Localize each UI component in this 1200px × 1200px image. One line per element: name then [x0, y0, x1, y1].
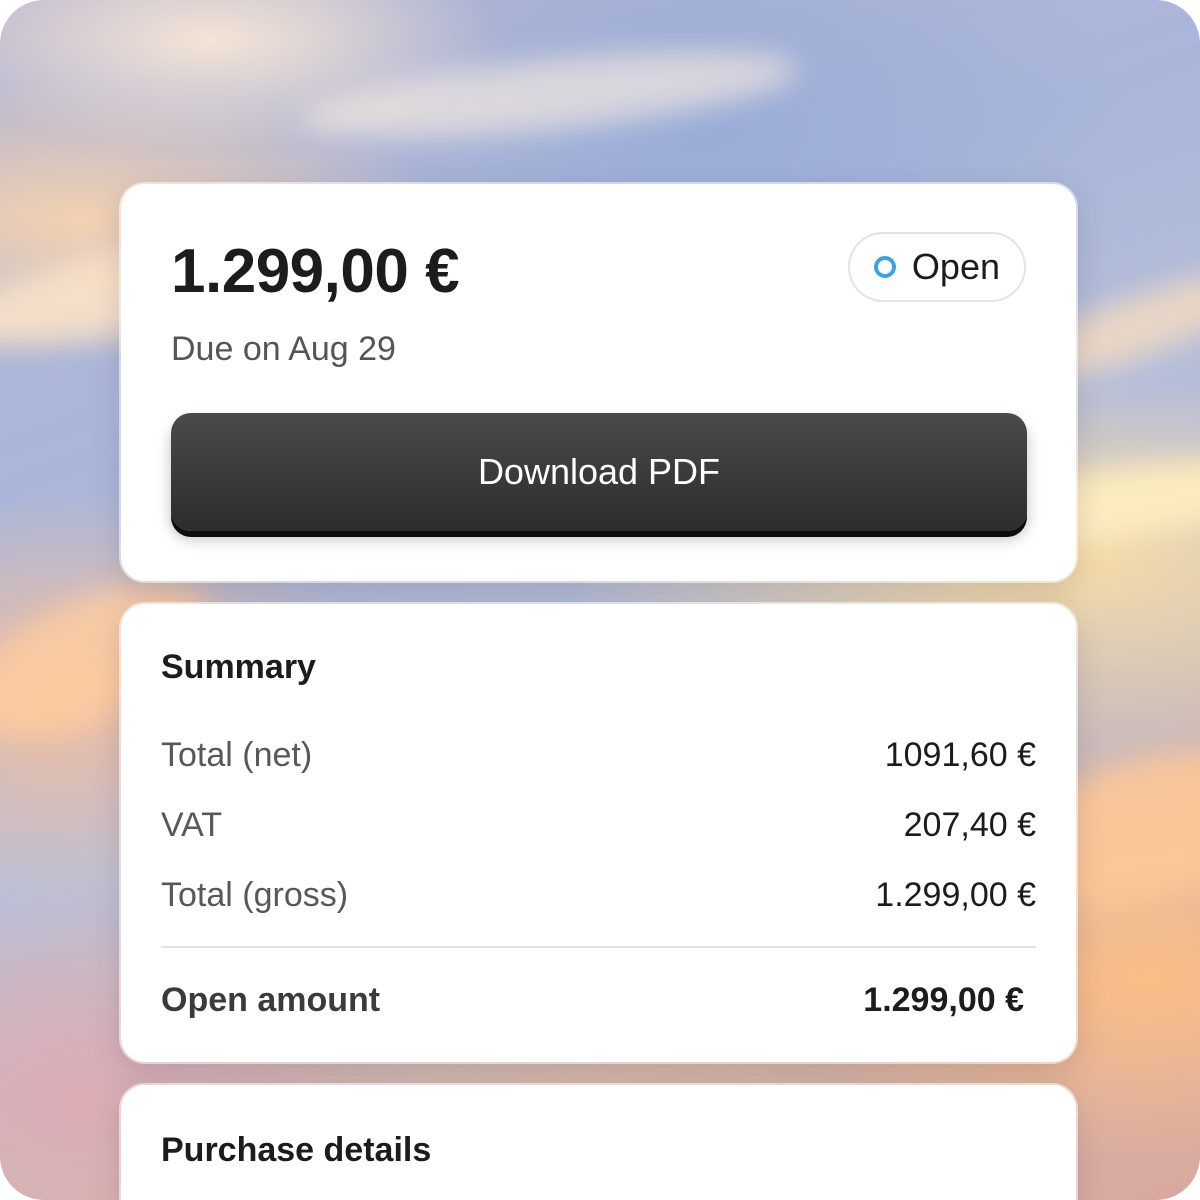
summary-row-vat: VAT 207,40 € — [161, 800, 1036, 850]
status-dot-icon — [873, 256, 896, 278]
summary-row-label: Total (gross) — [161, 875, 349, 914]
summary-divider — [161, 946, 1036, 948]
invoice-header-card: 1.299,00 € Due on Aug 29 Open Download P… — [121, 184, 1076, 581]
purchase-details-card: Purchase details — [121, 1085, 1076, 1200]
summary-title: Summary — [161, 648, 316, 686]
purchase-details-title: Purchase details — [161, 1131, 432, 1169]
invoice-amount: 1.299,00 € — [171, 237, 460, 306]
due-date-text: Due on Aug 29 — [171, 330, 396, 368]
open-amount-value: 1.299,00 € — [863, 980, 1024, 1019]
download-pdf-button[interactable]: Download PDF — [171, 413, 1027, 531]
sky-streak — [297, 34, 803, 156]
summary-row-value: 1.299,00 € — [875, 875, 1036, 914]
summary-row-total-gross: Total (gross) 1.299,00 € — [161, 870, 1036, 920]
open-amount-row: Open amount 1.299,00 € — [161, 975, 1036, 1025]
background-canvas: 1.299,00 € Due on Aug 29 Open Download P… — [0, 0, 1200, 1200]
summary-card: Summary Total (net) 1091,60 € VAT 207,40… — [121, 604, 1076, 1062]
summary-row-total-net: Total (net) 1091,60 € — [161, 730, 1036, 780]
status-label: Open — [911, 246, 1000, 287]
summary-row-label: VAT — [161, 805, 223, 844]
status-badge: Open — [847, 232, 1026, 302]
summary-row-value: 207,40 € — [903, 805, 1036, 844]
summary-row-label: Total (net) — [161, 735, 313, 774]
open-amount-label: Open amount — [161, 980, 381, 1019]
summary-row-value: 1091,60 € — [884, 735, 1036, 774]
